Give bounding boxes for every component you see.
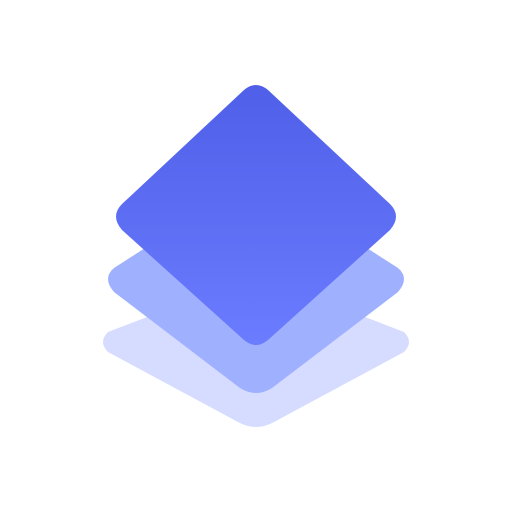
app-icon-canvas	[0, 0, 512, 512]
stacked-layers-icon	[103, 85, 409, 427]
